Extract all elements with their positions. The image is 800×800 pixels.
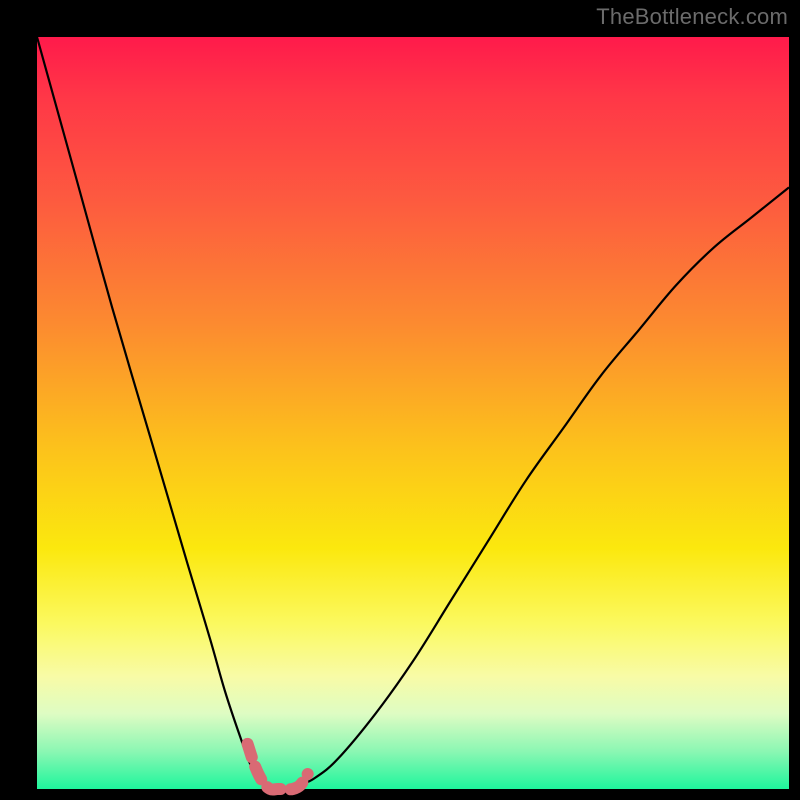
curve-layer xyxy=(37,37,789,789)
plot-area xyxy=(37,37,789,789)
watermark-text: TheBottleneck.com xyxy=(596,4,788,30)
bottleneck-curve xyxy=(37,37,789,790)
chart-frame: TheBottleneck.com xyxy=(0,0,800,800)
highlight-segment xyxy=(248,744,308,790)
